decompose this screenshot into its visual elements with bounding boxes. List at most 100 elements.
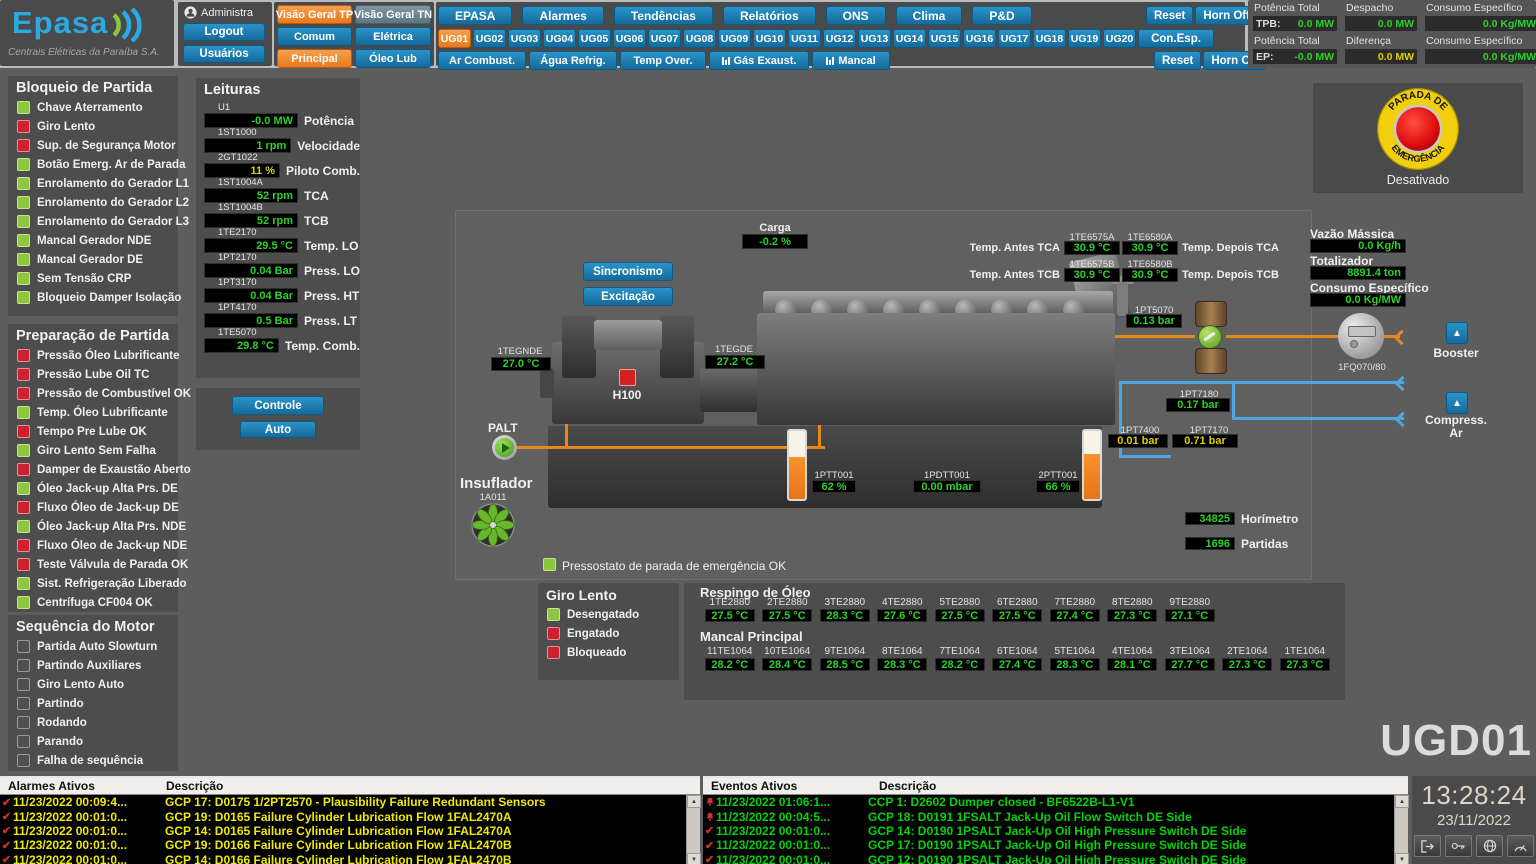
gauge-button[interactable]: [1507, 835, 1534, 857]
reading: 1ST1000 1 rpm Velocidade: [204, 128, 360, 153]
status-label: Parando: [37, 736, 83, 748]
status-item: Teste Válvula de Parada OK: [8, 555, 178, 574]
view-nav-button[interactable]: Comum: [277, 27, 352, 46]
status-indicator: [17, 158, 30, 171]
status-item: Engatado: [538, 624, 679, 643]
unit-button[interactable]: UG17: [998, 29, 1031, 48]
nav-button[interactable]: Relatórios: [723, 6, 816, 25]
unit-button[interactable]: UG15: [928, 29, 961, 48]
sensor: 10TE1064 28.4 °C: [759, 646, 817, 671]
unit-button[interactable]: UG03: [508, 29, 541, 48]
booster-button[interactable]: ▲: [1446, 322, 1468, 344]
sincronismo-button[interactable]: Sincronismo: [583, 262, 673, 281]
alarm-row[interactable]: ✔ 11/23/2022 00:01:0... GCP 19: D0165 Fa…: [0, 809, 700, 823]
status-indicator: [17, 735, 30, 748]
reset-button[interactable]: Reset: [1146, 6, 1193, 25]
nav-ar-combust-button[interactable]: Ar Combust.: [438, 51, 526, 70]
view-nav-button[interactable]: Visão Geral TN: [355, 5, 431, 24]
unit-button[interactable]: UG10: [753, 29, 786, 48]
status-label: Giro Lento: [37, 121, 95, 133]
nav-gas-exaust-button[interactable]: Gás Exaust.: [709, 51, 809, 70]
nav-button[interactable]: Alarmes: [522, 6, 603, 25]
event-row[interactable]: ✔ 11/23/2022 00:01:0... GCP 12: D0190 1P…: [703, 853, 1408, 864]
unit-button[interactable]: UG08: [683, 29, 716, 48]
sensor-value: 0.00 mbar: [913, 480, 981, 493]
reading: 1TE5070 29.8 °C Temp. Comb.: [204, 328, 360, 353]
alarm-row[interactable]: ✔ 11/23/2022 00:01:0... GCP 14: D0166 Fa…: [0, 853, 700, 864]
excitacao-button[interactable]: Excitação: [583, 287, 673, 306]
alarm-scrollbar[interactable]: ▲ ▼: [686, 795, 700, 864]
compress-ar-button[interactable]: ▲: [1446, 392, 1468, 414]
event-desc-header[interactable]: Descrição: [879, 779, 936, 793]
event-row[interactable]: ✔ 11/23/2022 00:01:0... GCP 14: D0190 1P…: [703, 824, 1408, 838]
logout-button[interactable]: Logout: [183, 23, 265, 41]
nav-button[interactable]: Tendências: [614, 6, 713, 25]
scroll-up-icon[interactable]: ▲: [1395, 795, 1409, 808]
nav-agua-refrig-button[interactable]: Água Refrig.: [529, 51, 617, 70]
emergency-stop-button[interactable]: PARADA DE EMERGÊNCIA: [1376, 87, 1460, 171]
event-row[interactable]: ✔ 11/23/2022 00:01:0... GCP 17: D0190 1P…: [703, 838, 1408, 852]
alarm-desc: GCP 14: D0165 Failure Cylinder Lubricati…: [165, 824, 700, 838]
event-icon: ✔: [703, 825, 716, 836]
view-nav-button[interactable]: Principal: [277, 49, 352, 68]
alarm-col-header[interactable]: Alarmes Ativos: [8, 779, 95, 793]
sensor-tag: 2TE2880: [767, 597, 808, 608]
unit-button[interactable]: UG09: [718, 29, 751, 48]
unit-button[interactable]: UG05: [578, 29, 611, 48]
view-nav-button[interactable]: Óleo Lub: [355, 49, 431, 68]
view-nav-button[interactable]: Visão Geral TP: [277, 5, 352, 24]
exit-button[interactable]: [1414, 835, 1441, 857]
auto-button[interactable]: Auto: [240, 421, 316, 438]
unit-button[interactable]: UG19: [1068, 29, 1101, 48]
con-esp-button[interactable]: Con.Esp.: [1138, 29, 1214, 48]
event-row[interactable]: ✔ 11/23/2022 01:06:1... CCP 1: D2602 Dum…: [703, 795, 1408, 809]
nav-button[interactable]: EPASA: [438, 6, 512, 25]
key-button[interactable]: [1445, 835, 1472, 857]
alarm-row[interactable]: ✔ 11/23/2022 00:01:0... GCP 19: D0166 Fa…: [0, 838, 700, 852]
nav-mancal-button[interactable]: Mancal: [812, 51, 890, 70]
unit-button[interactable]: UG18: [1033, 29, 1066, 48]
event-col-header[interactable]: Eventos Ativos: [711, 779, 797, 793]
users-button[interactable]: Usuários: [183, 45, 265, 63]
sensor-value: 0.17 bar: [1166, 398, 1230, 412]
unit-button[interactable]: UG06: [613, 29, 646, 48]
logo-panel: Epasa Centrais Elétricas da Paraíba S.A.: [0, 0, 174, 66]
unit-button[interactable]: UG12: [823, 29, 856, 48]
scroll-down-icon[interactable]: ▼: [1395, 853, 1409, 864]
palt-button[interactable]: [492, 435, 517, 460]
scroll-down-icon[interactable]: ▼: [687, 853, 701, 864]
unit-button[interactable]: UG13: [858, 29, 891, 48]
status-indicator: [17, 215, 30, 228]
nav-temp-over-button[interactable]: Temp Over.: [620, 51, 706, 70]
total-prefix: TPB:: [1256, 18, 1281, 30]
reading: 1ST1004A 52 rpm TCA: [204, 178, 360, 203]
unit-button[interactable]: UG07: [648, 29, 681, 48]
unit-button[interactable]: UG01: [438, 29, 471, 48]
status-indicator: [17, 234, 30, 247]
event-scrollbar[interactable]: ▲ ▼: [1394, 795, 1408, 864]
nav-button[interactable]: Clima: [896, 6, 963, 25]
status-label: Pressão Óleo Lubrificante: [37, 350, 180, 362]
unit-button[interactable]: UG20: [1103, 29, 1136, 48]
reset-button[interactable]: Reset: [1154, 51, 1201, 70]
controle-button[interactable]: Controle: [232, 396, 324, 415]
event-row[interactable]: ✔ 11/23/2022 00:04:5... GCP 18: D0191 1F…: [703, 809, 1408, 823]
network-button[interactable]: [1476, 835, 1503, 857]
fan-icon: [471, 503, 515, 547]
status-label: Pressão de Combustível OK: [37, 388, 191, 400]
unit-button[interactable]: UG11: [788, 29, 821, 48]
scroll-up-icon[interactable]: ▲: [687, 795, 701, 808]
view-nav-button[interactable]: Elétrica: [355, 27, 431, 46]
alarm-row[interactable]: ✔ 11/23/2022 00:09:4... GCP 17: D0175 1/…: [0, 795, 700, 809]
alarm-icon: ✔: [0, 854, 13, 864]
nav-button[interactable]: ONS: [826, 6, 886, 25]
antes-tcb-label: Temp. Antes TCB: [968, 269, 1060, 281]
unit-button[interactable]: UG04: [543, 29, 576, 48]
unit-button[interactable]: UG14: [893, 29, 926, 48]
alarm-row[interactable]: ✔ 11/23/2022 00:01:0... GCP 14: D0165 Fa…: [0, 824, 700, 838]
nav-button[interactable]: P&D: [972, 6, 1031, 25]
unit-button[interactable]: UG16: [963, 29, 996, 48]
status-indicator: [17, 253, 30, 266]
alarm-desc-header[interactable]: Descrição: [166, 779, 223, 793]
unit-button[interactable]: UG02: [473, 29, 506, 48]
